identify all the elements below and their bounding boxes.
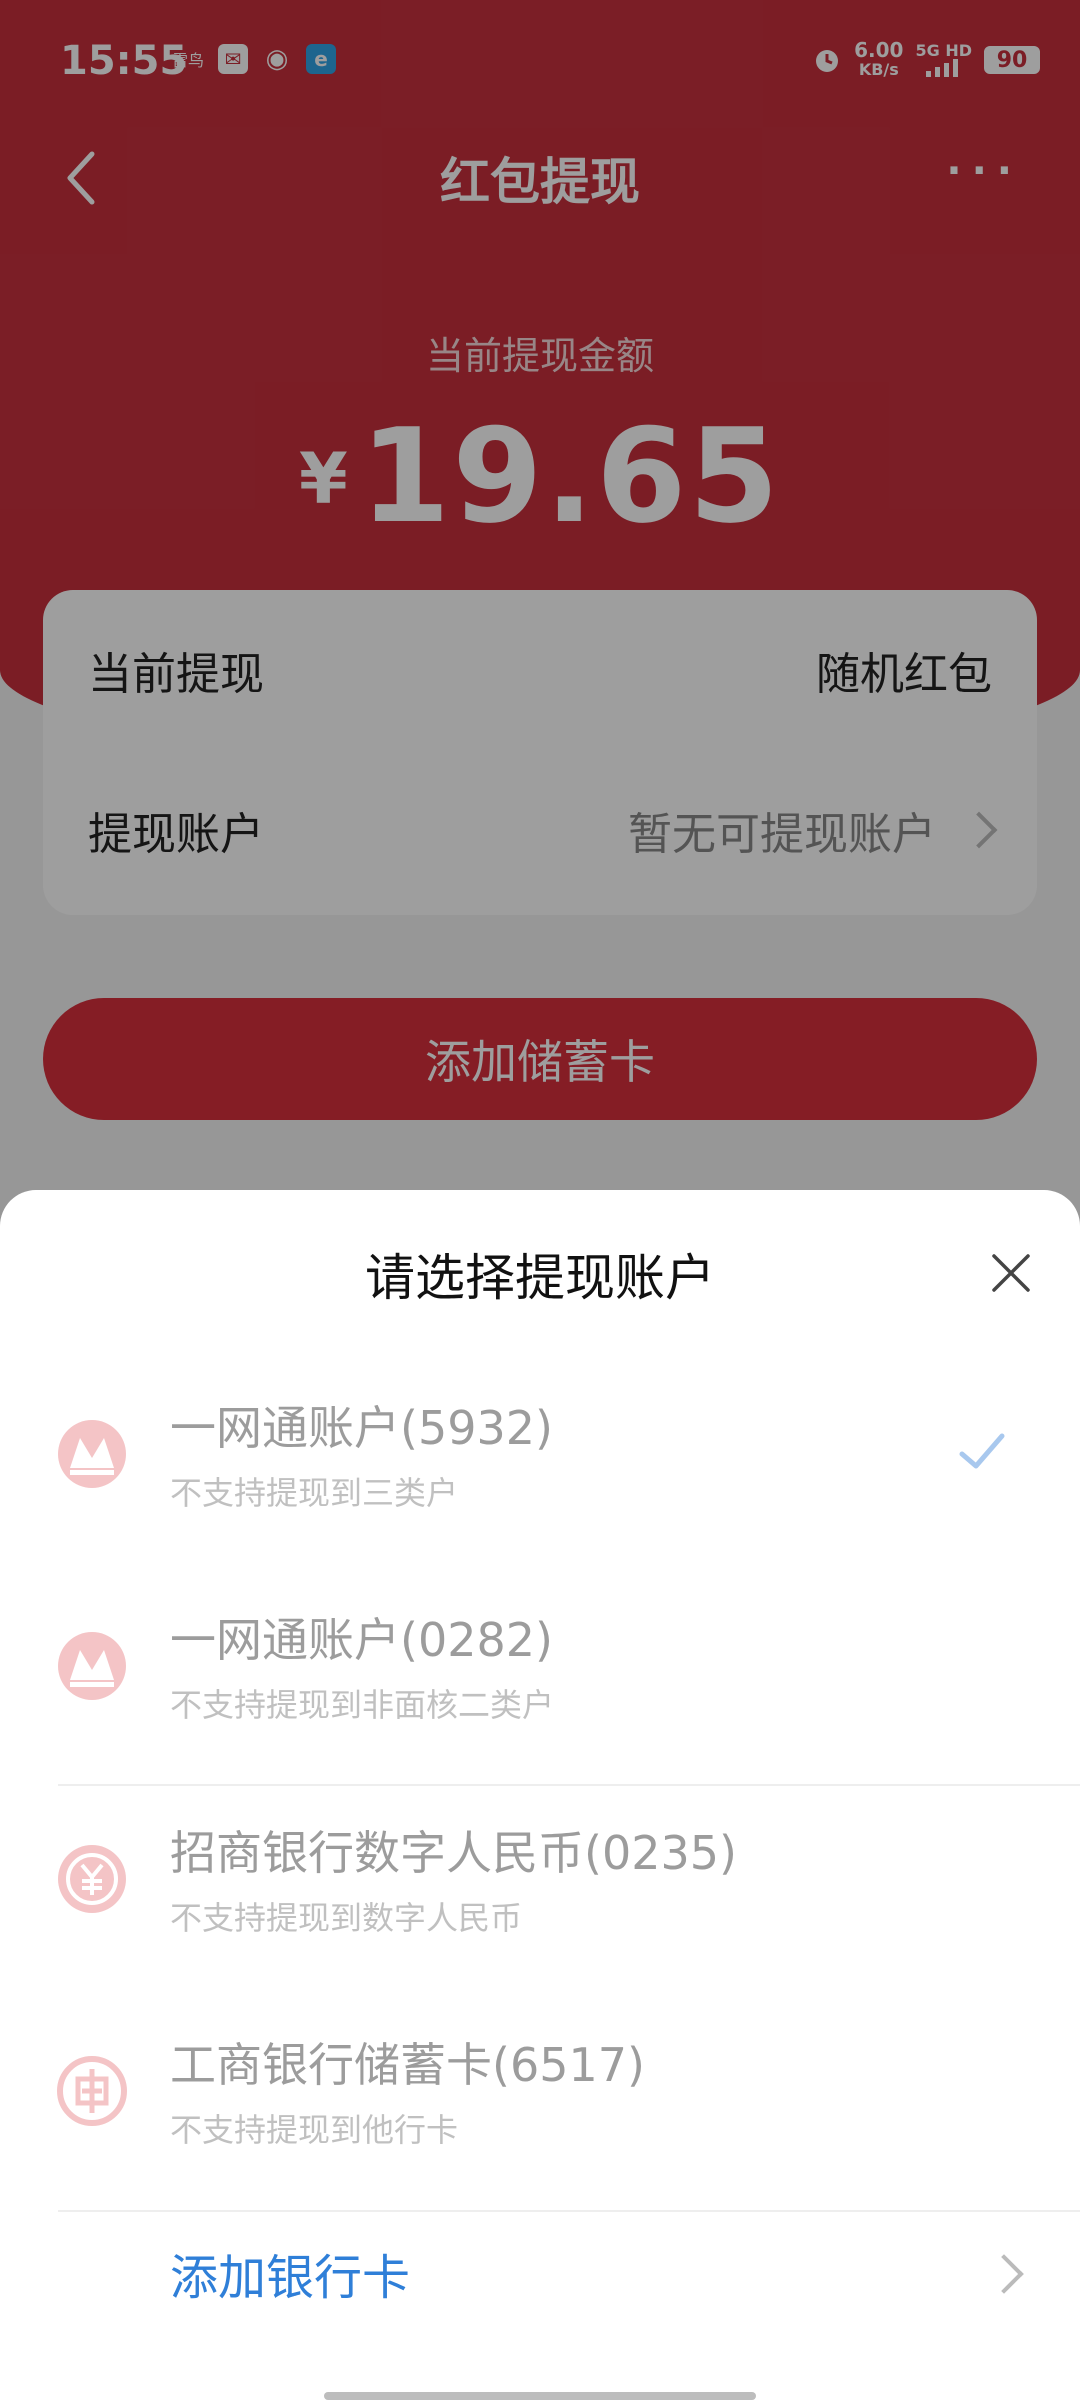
home-indicator[interactable] — [324, 2392, 756, 2400]
account-desc: 不支持提现到数字人民币 — [170, 1899, 523, 1937]
cmb-logo-icon — [58, 1420, 126, 1488]
sheet-title: 请选择提现账户 — [365, 1249, 715, 1307]
account-item[interactable]: 招商银行数字人民币(0235) 不支持提现到数字人民币 — [0, 1775, 1080, 1987]
account-name: 一网通账户(5932) — [170, 1401, 553, 1455]
account-desc: 不支持提现到非面核二类户 — [170, 1686, 555, 1724]
account-desc: 不支持提现到他行卡 — [170, 2111, 459, 2149]
close-icon[interactable] — [986, 1248, 1036, 1298]
account-desc: 不支持提现到三类户 — [170, 1474, 459, 1512]
icbc-logo-icon — [57, 2056, 127, 2126]
account-item[interactable]: 一网通账户(0282) 不支持提现到非面核二类户 — [0, 1562, 1080, 1774]
add-bank-card-label: 添加银行卡 — [170, 2250, 411, 2306]
ecny-logo-icon — [58, 1845, 126, 1913]
cmb-logo-icon — [58, 1632, 126, 1700]
account-item[interactable]: 工商银行储蓄卡(6517) 不支持提现到他行卡 — [0, 1987, 1080, 2199]
add-bank-card-row[interactable]: 添加银行卡 — [0, 2210, 1080, 2330]
account-name: 工商银行储蓄卡(6517) — [170, 2038, 645, 2092]
checkmark-icon — [959, 1433, 1005, 1469]
chevron-right-icon — [984, 2254, 1024, 2294]
account-name: 一网通账户(0282) — [170, 1613, 553, 1667]
account-name: 招商银行数字人民币(0235) — [170, 1826, 737, 1880]
account-item[interactable]: 一网通账户(5932) 不支持提现到三类户 — [0, 1350, 1080, 1562]
